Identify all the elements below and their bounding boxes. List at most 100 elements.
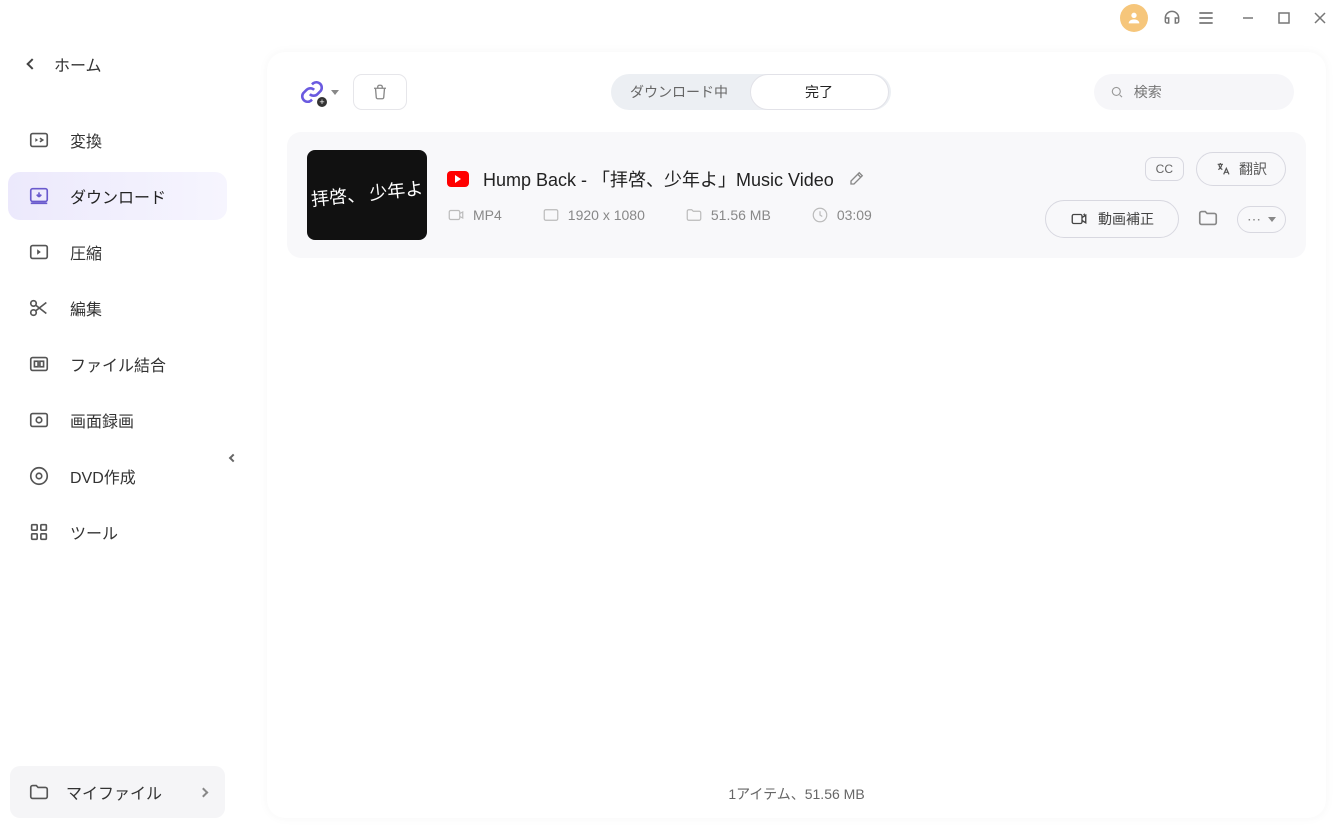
subtitle-cc-button[interactable]: CC bbox=[1145, 157, 1184, 181]
grid-icon bbox=[28, 521, 50, 543]
folder-open-icon bbox=[1197, 207, 1219, 229]
sidebar-list: 変換 ダウンロード 圧縮 編集 ファイル結合 bbox=[0, 116, 235, 556]
sidebar-item-label: ツール bbox=[70, 520, 118, 544]
video-file-icon bbox=[447, 206, 465, 224]
meta-format: MP4 bbox=[447, 206, 502, 224]
plus-badge-icon: + bbox=[317, 97, 327, 107]
record-icon bbox=[28, 409, 50, 431]
resolution-icon bbox=[542, 206, 560, 224]
status-text: 1アイテム、51.56 MB bbox=[728, 786, 864, 802]
item-actions: CC 翻訳 動画補正 bbox=[1045, 152, 1286, 238]
chevron-right-icon bbox=[199, 787, 209, 797]
resolution-value: 1920 x 1080 bbox=[568, 207, 645, 223]
sidebar-item-convert[interactable]: 変換 bbox=[8, 116, 227, 164]
meta-duration: 03:09 bbox=[811, 206, 872, 224]
content-card: + ダウンロード中 完了 bbox=[267, 52, 1326, 818]
chevron-left-icon bbox=[229, 454, 237, 462]
enhance-label: 動画補正 bbox=[1098, 209, 1154, 229]
scissors-icon bbox=[28, 297, 50, 319]
sidebar-bottom: マイファイル bbox=[0, 756, 235, 828]
item-title-row: Hump Back - 「拝啓、少年よ」Music Video bbox=[447, 166, 1025, 192]
tab-completed[interactable]: 完了 bbox=[750, 74, 889, 110]
folder-size-icon bbox=[685, 206, 703, 224]
edit-title-button[interactable] bbox=[848, 169, 866, 190]
caret-down-icon bbox=[331, 90, 339, 95]
sidebar-item-record[interactable]: 画面録画 bbox=[8, 396, 227, 444]
format-value: MP4 bbox=[473, 207, 502, 223]
search-input-wrapper[interactable] bbox=[1094, 74, 1294, 110]
meta-size: 51.56 MB bbox=[685, 206, 771, 224]
tab-segmented-control: ダウンロード中 完了 bbox=[611, 74, 891, 110]
folder-icon bbox=[28, 781, 50, 803]
download-list: 拝啓、 少年よ Hump Back - 「拝啓、少年よ」Music Video … bbox=[267, 132, 1326, 770]
sidebar-item-label: 編集 bbox=[70, 296, 102, 320]
item-meta: MP4 1920 x 1080 51.56 MB 03:09 bbox=[447, 206, 1025, 224]
tab-downloading[interactable]: ダウンロード中 bbox=[611, 74, 748, 110]
sidebar-item-compress[interactable]: 圧縮 bbox=[8, 228, 227, 276]
item-title: Hump Back - 「拝啓、少年よ」Music Video bbox=[483, 166, 834, 192]
close-button[interactable] bbox=[1312, 10, 1328, 26]
chevron-left-icon bbox=[26, 58, 37, 69]
sidebar-item-merge[interactable]: ファイル結合 bbox=[8, 340, 227, 388]
sidebar-item-label: 画面録画 bbox=[70, 408, 134, 432]
meta-resolution: 1920 x 1080 bbox=[542, 206, 645, 224]
enhance-button[interactable]: 動画補正 bbox=[1045, 200, 1179, 238]
translate-icon bbox=[1215, 161, 1231, 177]
ellipsis-icon: ⋯ bbox=[1247, 211, 1262, 228]
myfiles-button[interactable]: マイファイル bbox=[10, 766, 225, 818]
tab-label: ダウンロード中 bbox=[630, 82, 728, 102]
window-controls bbox=[1240, 10, 1328, 26]
titlebar bbox=[235, 0, 1342, 36]
sidebar-item-label: 変換 bbox=[70, 128, 102, 152]
sidebar-home[interactable]: ホーム bbox=[0, 40, 235, 88]
open-folder-button[interactable] bbox=[1197, 207, 1219, 232]
sidebar-item-label: 圧縮 bbox=[70, 240, 102, 264]
disc-icon bbox=[28, 465, 50, 487]
link-icon: + bbox=[299, 79, 325, 105]
support-icon[interactable] bbox=[1162, 8, 1182, 28]
trash-icon bbox=[371, 83, 389, 101]
download-item: 拝啓、 少年よ Hump Back - 「拝啓、少年よ」Music Video … bbox=[287, 132, 1306, 258]
sidebar-collapse-handle[interactable] bbox=[225, 440, 241, 476]
top-actions: CC 翻訳 bbox=[1145, 152, 1286, 186]
thumbnail-text: 拝啓、 少年よ bbox=[310, 179, 424, 210]
merge-icon bbox=[28, 353, 50, 375]
sidebar-item-tools[interactable]: ツール bbox=[8, 508, 227, 556]
clock-icon bbox=[811, 206, 829, 224]
bottom-actions: 動画補正 ⋯ bbox=[1045, 200, 1286, 238]
home-label: ホーム bbox=[54, 52, 102, 76]
sparkle-video-icon bbox=[1070, 210, 1088, 228]
delete-button[interactable] bbox=[353, 74, 407, 110]
myfiles-label: マイファイル bbox=[66, 780, 162, 804]
translate-button[interactable]: 翻訳 bbox=[1196, 152, 1286, 186]
footer-status: 1アイテム、51.56 MB bbox=[267, 770, 1326, 818]
caret-down-icon bbox=[1268, 217, 1276, 222]
search-icon bbox=[1110, 84, 1124, 100]
maximize-button[interactable] bbox=[1276, 10, 1292, 26]
sidebar-item-label: ファイル結合 bbox=[70, 352, 166, 376]
minimize-button[interactable] bbox=[1240, 10, 1256, 26]
sidebar-item-edit[interactable]: 編集 bbox=[8, 284, 227, 332]
download-icon bbox=[28, 185, 50, 207]
size-value: 51.56 MB bbox=[711, 207, 771, 223]
toolbar: + ダウンロード中 完了 bbox=[267, 52, 1326, 132]
user-avatar[interactable] bbox=[1120, 4, 1148, 32]
menu-icon[interactable] bbox=[1196, 8, 1216, 28]
sidebar-item-dvd[interactable]: DVD作成 bbox=[8, 452, 227, 500]
more-actions-button[interactable]: ⋯ bbox=[1237, 206, 1286, 233]
tab-label: 完了 bbox=[805, 82, 833, 102]
compress-icon bbox=[28, 241, 50, 263]
video-thumbnail[interactable]: 拝啓、 少年よ bbox=[307, 150, 427, 240]
convert-icon bbox=[28, 129, 50, 151]
sidebar-item-label: DVD作成 bbox=[70, 464, 136, 488]
sidebar-item-label: ダウンロード bbox=[70, 184, 166, 208]
search-input[interactable] bbox=[1134, 84, 1278, 100]
main: + ダウンロード中 完了 bbox=[235, 0, 1342, 828]
translate-label: 翻訳 bbox=[1239, 159, 1267, 179]
sidebar-item-download[interactable]: ダウンロード bbox=[8, 172, 227, 220]
youtube-icon bbox=[447, 171, 469, 187]
sidebar: ホーム 変換 ダウンロード 圧縮 編集 bbox=[0, 0, 235, 828]
item-body: Hump Back - 「拝啓、少年よ」Music Video MP4 1920 bbox=[447, 166, 1025, 224]
add-url-button[interactable]: + bbox=[299, 79, 339, 105]
duration-value: 03:09 bbox=[837, 207, 872, 223]
